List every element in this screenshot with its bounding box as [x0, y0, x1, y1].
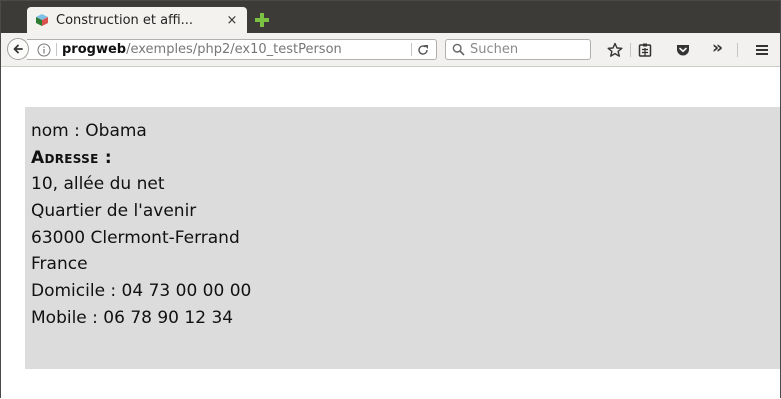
toolbar-divider	[630, 43, 631, 57]
bookmarks-library-icon[interactable]	[637, 42, 653, 58]
reload-icon[interactable]	[416, 43, 430, 57]
address-street: 10, allée du net	[31, 174, 165, 195]
back-arrow-icon	[13, 44, 23, 54]
url-bar[interactable]: progweb /exemples/php2/ex10_testPerson	[27, 39, 437, 60]
pocket-icon[interactable]	[675, 42, 691, 58]
info-icon[interactable]	[37, 43, 51, 57]
toolbar-divider	[737, 43, 738, 57]
cube-icon	[36, 14, 48, 26]
url-path: /exemples/php2/ex10_testPerson	[126, 42, 342, 57]
address-heading: Adresse :	[31, 147, 112, 168]
name-line: nom : Obama	[31, 121, 147, 141]
bookmark-star-icon[interactable]	[607, 42, 623, 58]
url-divider	[56, 43, 57, 56]
address-district: Quartier de l'avenir	[31, 201, 197, 222]
home-phone: Domicile : 04 73 00 00 00	[31, 281, 252, 302]
search-placeholder: Suchen	[470, 42, 519, 57]
address-city: 63000 Clermont-Ferrand	[31, 227, 240, 248]
address-country: France	[31, 254, 88, 275]
new-tab-icon[interactable]	[254, 12, 270, 28]
search-input[interactable]: Suchen	[445, 39, 591, 60]
tab-bar: Construction et affi... ×	[1, 1, 780, 33]
browser-window: Construction et affi... × progweb /exemp…	[0, 0, 781, 398]
tab-active[interactable]: Construction et affi... ×	[27, 7, 247, 33]
search-icon	[452, 43, 465, 56]
tab-title: Construction et affi...	[56, 12, 194, 28]
reload-divider	[411, 43, 412, 56]
back-button[interactable]	[7, 38, 29, 60]
url-host: progweb	[62, 42, 127, 57]
mobile-phone: Mobile : 06 78 90 12 34	[31, 307, 234, 328]
overflow-chevron-icon[interactable]: »	[712, 39, 726, 57]
person-info-box: nom : Obama Adresse : 10, allée du net Q…	[25, 107, 780, 369]
tab-close-button[interactable]: ×	[225, 13, 239, 28]
navigation-toolbar: progweb /exemples/php2/ex10_testPerson S…	[1, 33, 780, 67]
hamburger-menu-icon[interactable]	[754, 42, 770, 58]
